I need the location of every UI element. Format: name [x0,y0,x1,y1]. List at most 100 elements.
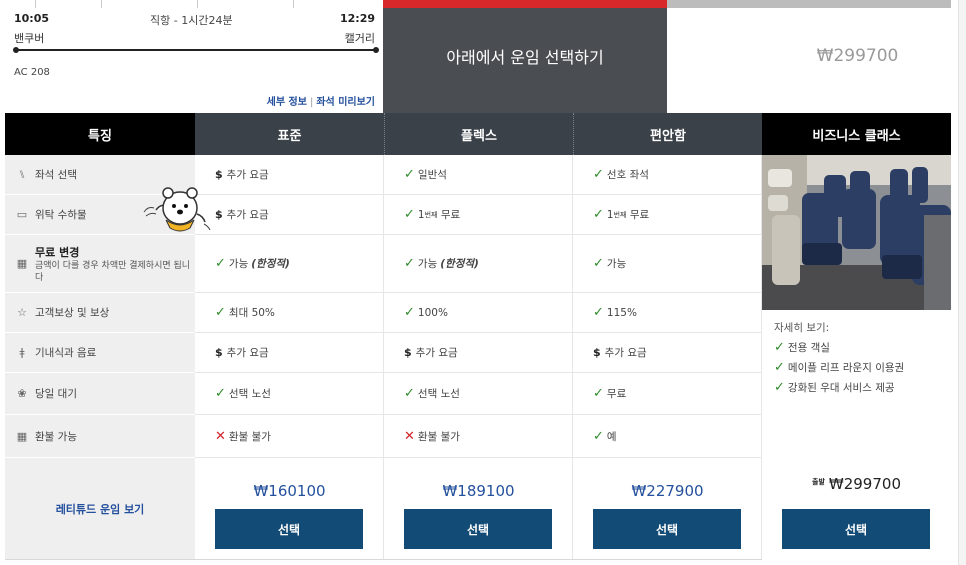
flex-bag: ✓ 1 번째 무료 [384,195,573,235]
check-icon: ✓ [593,207,604,222]
cell-text: 1 [606,208,614,221]
feature-label: 환불 가능 [35,430,77,443]
flex-change: ✓ 가능 (한정적) [384,235,573,293]
cell-text: 환불 불가 [228,430,271,443]
cell-text: 무료 [629,209,650,221]
destination-city: 캘거리 [344,32,375,45]
comfort-meal: $ 추가 요금 [573,333,762,373]
selected-indicator [383,0,667,8]
cell-text: 무료 [606,388,627,400]
link-separator: | [309,97,314,108]
standard-price: ₩160100 [253,482,326,500]
standard-change: ✓ 가능 (한정적) [195,235,384,293]
star-icon: ☆ [17,306,27,319]
cell-sup: 번째 [424,210,438,219]
flight-number: AC 208 [14,67,50,78]
standby-icon: ❀ [17,387,27,400]
flex-standby: ✓ 선택 노선 [384,373,573,415]
header-flex: 플렉스 [384,113,573,155]
business-indicator [667,0,951,8]
cell-text: 가능 [606,258,627,270]
check-icon: ✓ [215,256,226,271]
feature-sublabel: 금액이 다를 경우 차액만 결제하시면 됩니다 [35,260,191,283]
comfort-miles: ✓ 115% [573,293,762,333]
departure-time: 10:05 [14,12,50,25]
comfort-select-button[interactable]: 선택 [593,509,741,549]
feature-label: 좌석 선택 [35,169,77,181]
list-item: ✓ 전용 객실 [774,338,904,358]
perk-text: 전용 객실 [787,342,830,354]
check-icon: ✓ [593,256,604,271]
feature-label: 당일 대기 [35,388,77,400]
cross-icon: ✕ [215,428,226,444]
business-price: ₩299700 [828,475,901,493]
cell-text: 추가 요금 [226,169,269,181]
standard-select-button[interactable]: 선택 [215,509,363,549]
check-icon: ✓ [215,386,226,401]
flex-miles: ✓ 100% [384,293,573,333]
flight-tab-stubs [5,0,383,8]
cell-text: 선호 좌석 [606,169,649,181]
check-icon: ✓ [593,305,604,320]
check-icon: ✓ [404,167,415,182]
dollar-icon: $ [593,346,601,359]
page-scrollbar[interactable] [958,0,966,565]
feature-label: 고객보상 및 보상 [35,307,110,319]
flex-price: ₩189100 [442,482,515,500]
calendar-icon: ▦ [16,257,28,270]
business-select-button[interactable]: 선택 [782,509,930,549]
cell-text: 최대 50% [228,307,275,319]
cell-text: 115% [606,306,637,319]
cell-text: 1 [417,208,425,221]
flex-select-button[interactable]: 선택 [404,509,552,549]
seatmap-link[interactable]: 좌석 미리보기 [316,97,375,108]
meal-icon: ǂ [19,346,25,359]
route-line [13,47,379,53]
feature-label: 무료 변경 [35,245,80,259]
check-icon: ✓ [404,256,415,271]
check-icon: ✓ [593,386,604,401]
select-fare-banner: 아래에서 운임 선택하기 [383,0,667,113]
cell-text: 선택 노선 [417,388,460,400]
cell-text: 추가 요금 [226,347,269,359]
altitude-fares-link[interactable]: 레티튜드 운임 보기 [5,458,195,559]
comfort-seat: ✓ 선호 좌석 [573,155,762,195]
standard-bag: $ 추가 요금 [195,195,384,235]
cell-text: 선택 노선 [228,388,271,400]
refund-icon: ▦ [16,429,28,443]
header-features: 특징 [5,113,195,155]
cell-text: 환불 불가 [417,430,460,443]
check-icon: ✓ [593,428,604,444]
standard-seat: $ 추가 요금 [195,155,384,195]
cell-text: 가능 [228,258,249,270]
comfort-change: ✓ 가능 [573,235,762,293]
check-icon: ✓ [215,305,226,320]
cell-note: (한정적) [440,258,479,270]
cell-text: 100% [417,306,448,319]
baggage-icon: ▭ [16,208,28,221]
dollar-icon: $ [404,346,412,359]
business-summary[interactable]: ₩299700 [667,0,951,113]
standard-standby: ✓ 선택 노선 [195,373,384,415]
check-icon: ✓ [404,207,415,222]
cell-text: 무료 [440,209,461,221]
flex-seat: ✓ 일반석 [384,155,573,195]
flight-summary: 10:05 직항 - 1시간24분 12:29 밴쿠버 캘거리 AC 208 세… [5,0,383,113]
check-icon: ✓ [774,380,785,395]
cell-text: 예 [606,430,617,443]
perk-text: 강화된 우대 서비스 제공 [787,382,895,394]
feature-row: ☆ 고객보상 및 보상 [5,293,195,333]
list-item: ✓ 메이플 리프 라운지 이용권 [774,358,904,378]
business-more-label[interactable]: 자세히 보기: [774,320,829,335]
details-link[interactable]: 세부 정보 [267,97,307,108]
comfort-bag: ✓ 1 번째 무료 [573,195,762,235]
dollar-icon: $ [215,168,223,181]
arrival-time: 12:29 [339,12,375,25]
header-comfort: 편안함 [573,113,762,155]
cell-text: 추가 요금 [604,347,647,359]
feature-row: ǂ 기내식과 음료 [5,333,195,373]
check-icon: ✓ [593,167,604,182]
dollar-icon: $ [215,208,223,221]
check-icon: ✓ [774,340,785,355]
feature-row: ▦ 환불 가능 [5,415,195,458]
